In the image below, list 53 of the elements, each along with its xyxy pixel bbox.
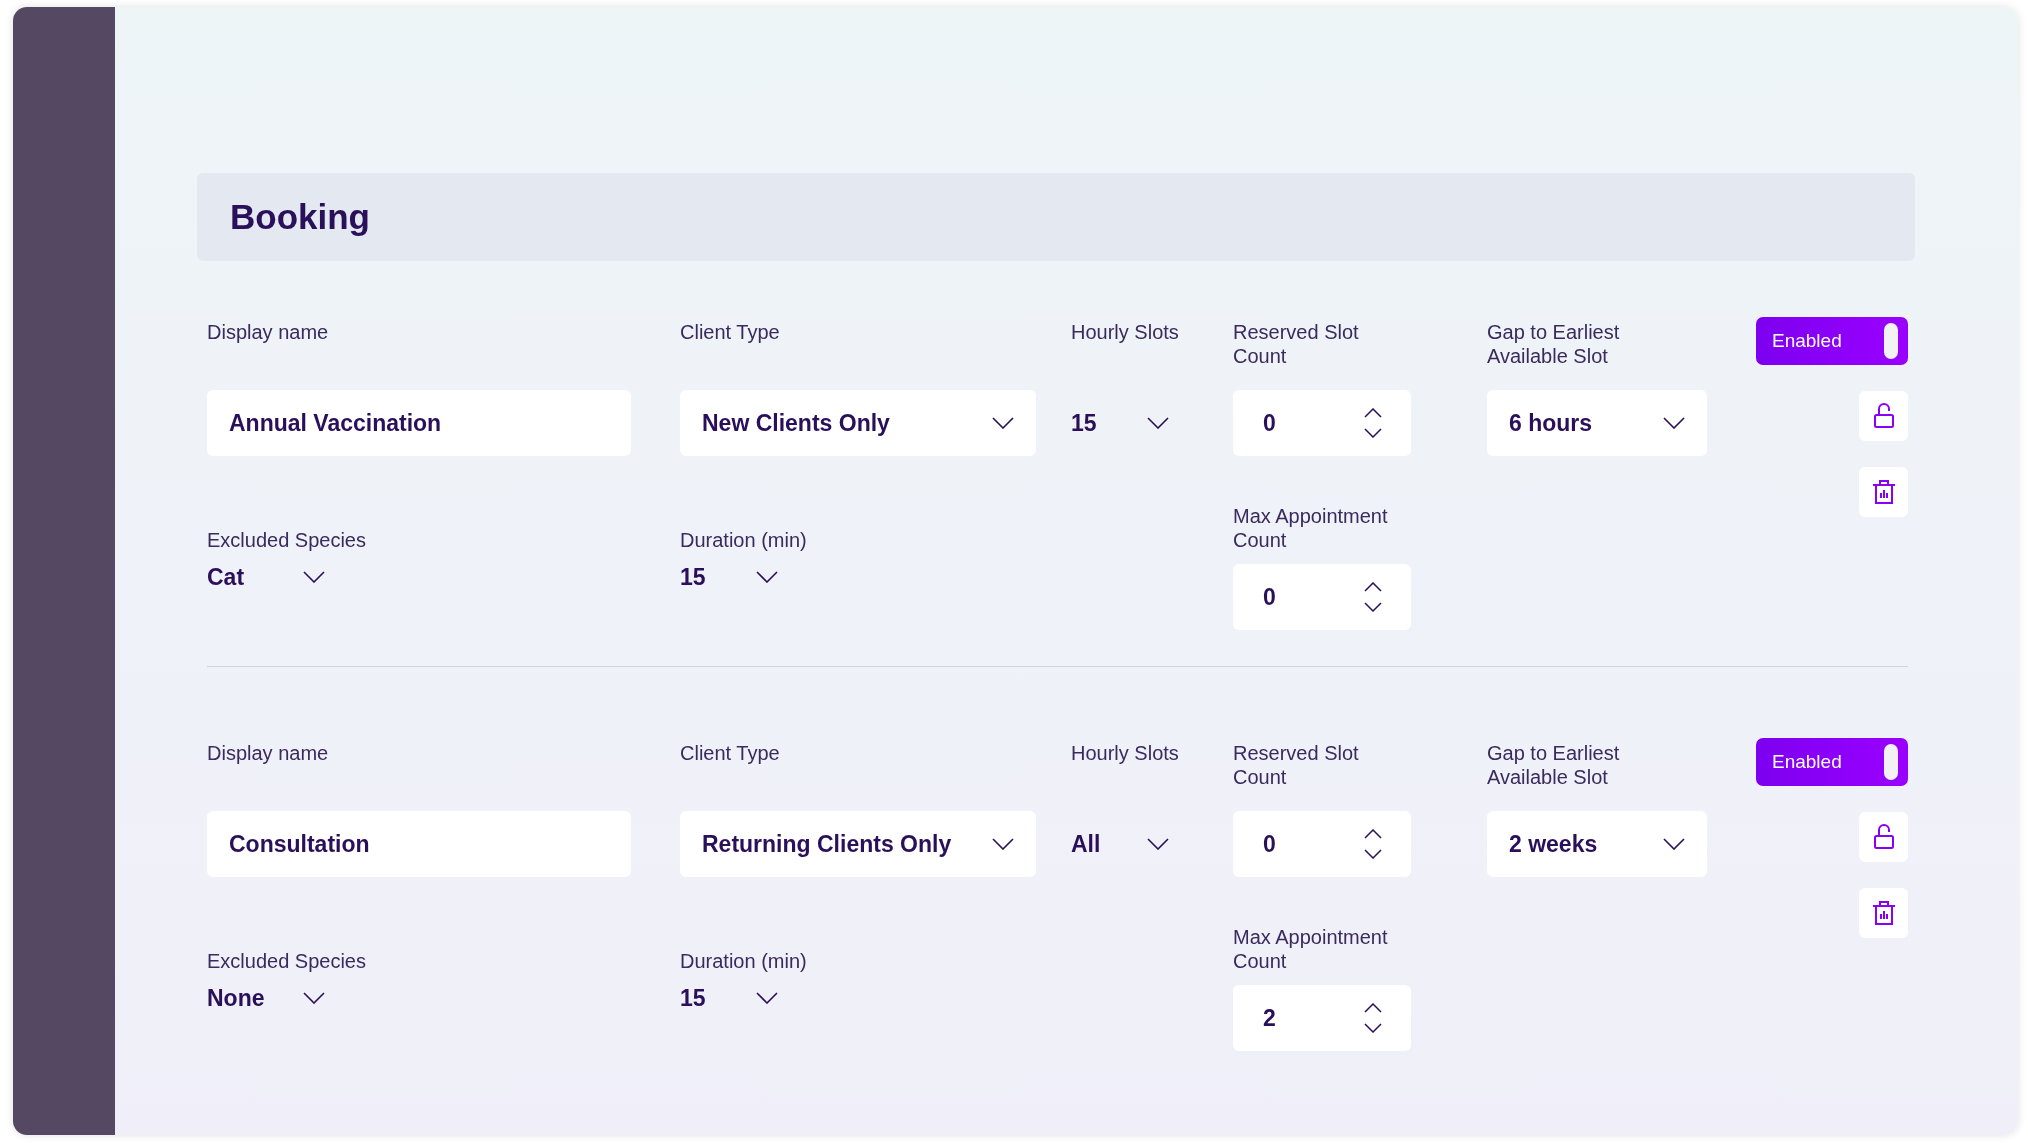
field-label: Hourly Slots — [1071, 741, 1180, 765]
excluded-species-dropdown[interactable]: None — [207, 985, 325, 1011]
field-label: Gap to Earliest Available Slot — [1487, 320, 1621, 368]
field-label: Hourly Slots — [1071, 320, 1180, 344]
chevron-down-icon — [992, 417, 1014, 429]
chevron-down-icon — [1663, 838, 1685, 850]
reserved-slot-count-field[interactable]: 0 — [1233, 811, 1411, 877]
chevron-down-icon — [992, 838, 1014, 850]
padlock-open-icon — [1872, 824, 1895, 850]
max-appointment-count-field[interactable]: 2 — [1233, 985, 1411, 1051]
display-name-field[interactable]: Annual Vaccination — [207, 390, 631, 456]
field-label: Reserved Slot Count — [1233, 741, 1360, 789]
delete-button[interactable] — [1859, 888, 1908, 938]
field-label: Client Type — [680, 741, 781, 765]
field-label: Excluded Species — [207, 528, 367, 553]
chevron-down-icon — [303, 992, 325, 1004]
gap-dropdown[interactable]: 6 hours — [1487, 390, 1707, 456]
client-type-dropdown[interactable]: New Clients Only — [680, 390, 1036, 456]
chevron-down-icon — [303, 571, 325, 583]
trash-icon — [1871, 900, 1896, 926]
gap-dropdown[interactable]: 2 weeks — [1487, 811, 1707, 877]
max-appointment-count-field[interactable]: 0 — [1233, 564, 1411, 630]
client-type-dropdown[interactable]: Returning Clients Only — [680, 811, 1036, 877]
reserved-slot-count-field[interactable]: 0 — [1233, 390, 1411, 456]
duration-dropdown[interactable]: 15 — [680, 985, 778, 1011]
field-label: Display name — [207, 741, 330, 765]
hourly-slots-dropdown[interactable]: 15 — [1071, 409, 1169, 437]
unlock-button[interactable] — [1859, 391, 1908, 441]
field-label: Reserved Slot Count — [1233, 320, 1360, 368]
field-label: Duration (min) — [680, 528, 808, 553]
display-name-field[interactable]: Consultation — [207, 811, 631, 877]
chevron-down-icon — [756, 992, 778, 1004]
chevron-down-icon — [1663, 417, 1685, 429]
field-label: Max Appointment Count — [1233, 925, 1389, 974]
hourly-slots-dropdown[interactable]: All — [1071, 830, 1169, 858]
field-label: Max Appointment Count — [1233, 504, 1389, 553]
field-label: Display name — [207, 320, 330, 344]
field-label: Gap to Earliest Available Slot — [1487, 741, 1621, 789]
enabled-toggle[interactable]: Enabled — [1756, 738, 1908, 786]
section-title: Booking — [230, 197, 370, 237]
chevron-down-icon — [1147, 838, 1169, 850]
excluded-species-dropdown[interactable]: Cat — [207, 564, 325, 590]
enabled-toggle[interactable]: Enabled — [1756, 317, 1908, 365]
unlock-button[interactable] — [1859, 812, 1908, 862]
delete-button[interactable] — [1859, 467, 1908, 517]
field-label: Duration (min) — [680, 949, 808, 974]
field-label: Excluded Species — [207, 949, 367, 974]
chevron-down-icon — [1147, 417, 1169, 429]
field-label: Client Type — [680, 320, 781, 344]
duration-dropdown[interactable]: 15 — [680, 564, 778, 590]
trash-icon — [1871, 479, 1896, 505]
chevron-down-icon — [756, 571, 778, 583]
padlock-open-icon — [1872, 403, 1895, 429]
